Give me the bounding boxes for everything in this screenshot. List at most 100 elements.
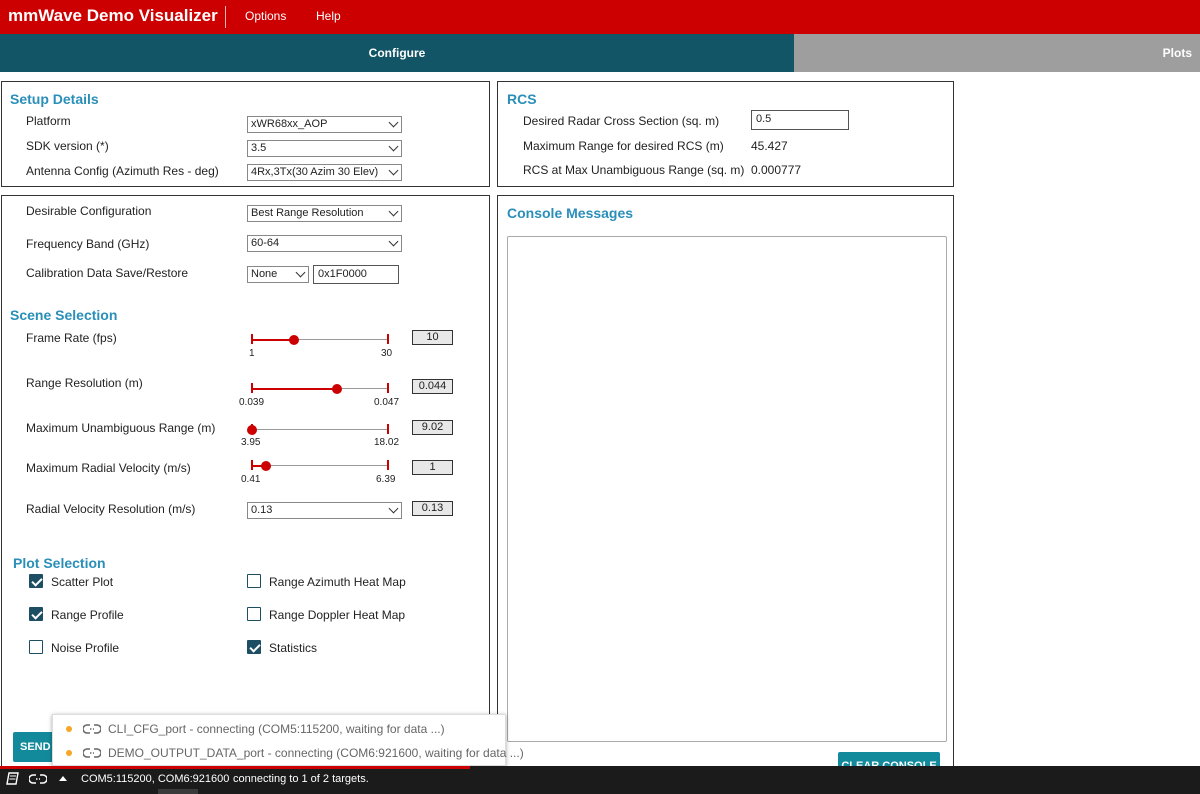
chevron-down-icon [388,117,399,128]
calibration-mode-value: None [251,268,278,280]
range-resolution-slider[interactable] [251,382,389,394]
frame-rate-label: Frame Rate (fps) [26,331,117,345]
velocity-resolution-label: Radial Velocity Resolution (m/s) [26,502,196,516]
slider-fill [252,338,294,341]
frequency-band-value: 60-64 [251,237,280,249]
desirable-config-select[interactable]: Best Range Resolution [247,205,402,222]
setup-details-title: Setup Details [10,91,99,107]
statistics-checkbox[interactable] [247,640,261,654]
connection-status-popup: CLI_CFG_port - connecting (COM5:115200, … [52,714,524,766]
chevron-down-icon [388,236,399,247]
slider-thumb[interactable] [332,383,342,394]
range-resolution-value: 0.044 [412,379,453,394]
app-title: mmWave Demo Visualizer [8,6,218,25]
platform-label: Platform [26,114,71,128]
plot-selection-title: Plot Selection [13,555,106,571]
range-resolution-min: 0.039 [239,397,265,408]
noise-profile-label: Noise Profile [51,641,120,655]
range-profile-checkbox[interactable] [29,607,43,621]
noise-profile-checkbox[interactable] [29,640,43,654]
desirable-config-label: Desirable Configuration [26,204,152,218]
max-range-label: Maximum Unambiguous Range (m) [26,421,216,435]
range-profile-label: Range Profile [51,608,124,622]
rcs-title: RCS [507,91,537,107]
chevron-down-icon [388,503,399,514]
frame-rate-slider[interactable] [251,333,389,345]
frame-rate-max: 30 [381,348,393,359]
tab-configure[interactable]: Configure [0,34,794,72]
menu-help[interactable]: Help [316,9,341,23]
range-doppler-checkbox[interactable] [247,607,261,621]
tab-plots-label: Plots [1162,46,1192,60]
status-ports: COM5:115200, COM6:921600 [81,773,230,785]
slider-min-tick [251,460,253,470]
desired-rcs-input[interactable]: 0.5 [751,110,849,130]
range-doppler-label: Range Doppler Heat Map [269,608,406,622]
antenna-value: 4Rx,3Tx(30 Azim 30 Elev) [251,166,379,178]
chevron-down-icon [388,206,399,217]
velocity-resolution-select[interactable]: 0.13 [247,502,402,519]
status-message: connecting to 1 of 2 targets. [233,773,369,785]
slider-max-tick [387,334,389,344]
max-range-rcs-value: 45.427 [751,139,788,153]
max-range-value: 9.02 [412,420,453,435]
slider-min-tick [251,334,253,344]
slider-thumb[interactable] [289,334,299,345]
menu-options[interactable]: Options [245,9,286,23]
range-azimuth-checkbox[interactable] [247,574,261,588]
scatter-plot-label: Scatter Plot [51,575,114,589]
statistics-label: Statistics [269,641,318,655]
antenna-select[interactable]: 4Rx,3Tx(30 Azim 30 Elev) [247,164,402,181]
calibration-address-input[interactable]: 0x1F0000 [313,265,399,284]
slider-rail [252,465,388,466]
slider-thumb[interactable] [247,424,257,435]
calibration-label: Calibration Data Save/Restore [26,266,189,280]
chevron-down-icon [388,141,399,152]
slider-min-tick [251,383,253,393]
range-azimuth-label: Range Azimuth Heat Map [269,575,406,589]
max-velocity-label: Maximum Radial Velocity (m/s) [26,461,191,475]
max-velocity-slider[interactable] [251,459,389,471]
velocity-resolution-value: 0.13 [412,501,453,516]
calibration-mode-select[interactable]: None [247,266,309,283]
platform-value: xWR68xx_AOP [251,118,328,130]
data-port-status: DEMO_OUTPUT_DATA_port - connecting (COM6… [108,746,524,760]
status-scroll-thumb [158,789,198,794]
cli-port-status: CLI_CFG_port - connecting (COM5:115200, … [108,722,445,736]
frame-rate-min: 1 [249,348,255,359]
link-icon [83,748,101,758]
link-icon [83,724,101,734]
max-velocity-max: 6.39 [376,474,396,485]
status-progress-strip [0,766,470,769]
tab-plots[interactable]: Plots [794,34,1200,72]
slider-max-tick [387,424,389,434]
frame-rate-value: 10 [412,330,453,345]
range-resolution-max: 0.047 [374,397,400,408]
clear-console-button[interactable]: CLEAR CONSOLE [838,752,940,766]
console-title: Console Messages [507,205,634,221]
chevron-down-icon [388,165,399,176]
max-velocity-min: 0.41 [241,474,261,485]
sdk-value: 3.5 [251,142,267,154]
max-range-max: 18.02 [374,437,400,448]
scatter-plot-checkbox[interactable] [29,574,43,588]
frequency-band-select[interactable]: 60-64 [247,235,402,252]
max-range-slider[interactable] [247,423,389,435]
console-messages-area[interactable] [507,236,947,742]
sdk-select[interactable]: 3.5 [247,140,402,157]
max-range-rcs-label: Maximum Range for desired RCS (m) [523,139,724,153]
chevron-up-icon[interactable] [58,775,68,782]
sdk-label: SDK version (*) [26,139,109,153]
notebook-icon[interactable] [6,772,20,785]
slider-fill [252,387,337,390]
link-icon[interactable] [29,773,47,785]
platform-select[interactable]: xWR68xx_AOP [247,116,402,133]
rcs-at-max-label: RCS at Max Unambiguous Range (sq. m) [523,163,745,177]
max-range-min: 3.95 [241,437,261,448]
rcs-at-max-value: 0.000777 [751,163,802,177]
velocity-resolution-option: 0.13 [251,504,273,516]
slider-max-tick [387,460,389,470]
chevron-down-icon [295,267,306,278]
slider-max-tick [387,383,389,393]
slider-thumb[interactable] [261,460,271,471]
